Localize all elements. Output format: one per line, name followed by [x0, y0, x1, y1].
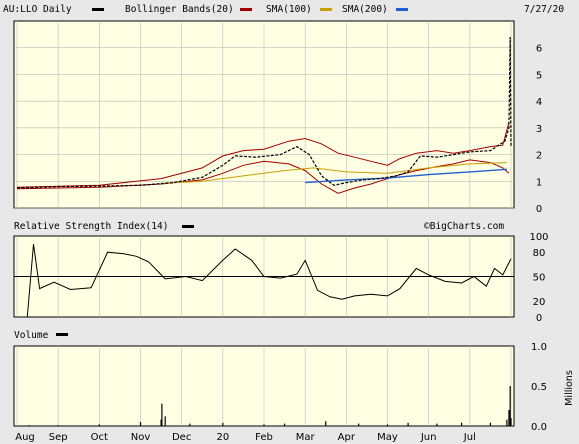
price-tick-label: 4: [536, 97, 542, 108]
x-tick-label: Nov: [131, 432, 151, 443]
bigcharts-watermark: ©BigCharts.com: [424, 221, 504, 232]
volume-ylabel: Millions: [564, 370, 575, 406]
x-tick-label: Oct: [91, 432, 108, 443]
chart-date: 7/27/20: [524, 4, 564, 15]
bigcharts-figure: 0 1 2 3 4 5 6 AU:LLO Daily Bollinger Bands(20)…: [3, 4, 575, 443]
sma200-label: SMA(200): [342, 4, 388, 15]
rsi-legend-swatch: [182, 225, 194, 228]
x-tick-label: Mar: [296, 432, 316, 443]
x-tick-label: Feb: [255, 432, 273, 443]
x-tick-label: Jul: [463, 432, 476, 443]
volume-label: Volume: [14, 330, 49, 341]
rsi-tick-label: 80: [533, 248, 546, 259]
rsi-tick-label: 50: [533, 273, 546, 284]
volume-tick-label: 0.5: [531, 382, 547, 393]
price-tick-label: 5: [536, 70, 542, 81]
volume-tick-label: 0.0: [531, 422, 547, 433]
rsi-label: Relative Strength Index(14): [14, 221, 168, 232]
rsi-tick-label: 20: [533, 297, 546, 308]
volume-tick-label: 1.0: [531, 342, 547, 353]
sma100-label: SMA(100): [266, 4, 312, 15]
volume-legend-swatch: [56, 333, 68, 336]
sma100-legend-swatch: [320, 8, 332, 11]
x-tick-label: May: [377, 432, 398, 443]
price-tick-label: 1: [536, 177, 542, 188]
symbol-label: AU:LLO Daily: [3, 4, 72, 15]
x-tick-label: Sep: [49, 432, 68, 443]
rsi-tick-label: 0: [536, 313, 542, 324]
bollinger-legend-swatch: [240, 8, 252, 11]
x-tick-label: Aug: [15, 432, 35, 443]
x-tick-label: Apr: [338, 432, 356, 443]
price-tick-label: 6: [536, 44, 542, 55]
x-tick-label: Jun: [420, 432, 437, 443]
price-tick-label: 0: [536, 204, 542, 215]
rsi-tick-label: 100: [529, 232, 548, 243]
chart-stage: 0 1 2 3 4 5 6 AU:LLO Daily Bollinger Bands(20)…: [0, 0, 579, 444]
sma200-legend-swatch: [396, 8, 408, 11]
price-tick-label: 3: [536, 124, 542, 135]
bollinger-label: Bollinger Bands(20): [125, 4, 234, 15]
price-tick-label: 2: [536, 151, 542, 162]
x-tick-label: Dec: [172, 432, 191, 443]
symbol-legend-swatch: [92, 8, 104, 11]
x-tick-label: 20: [216, 432, 229, 443]
